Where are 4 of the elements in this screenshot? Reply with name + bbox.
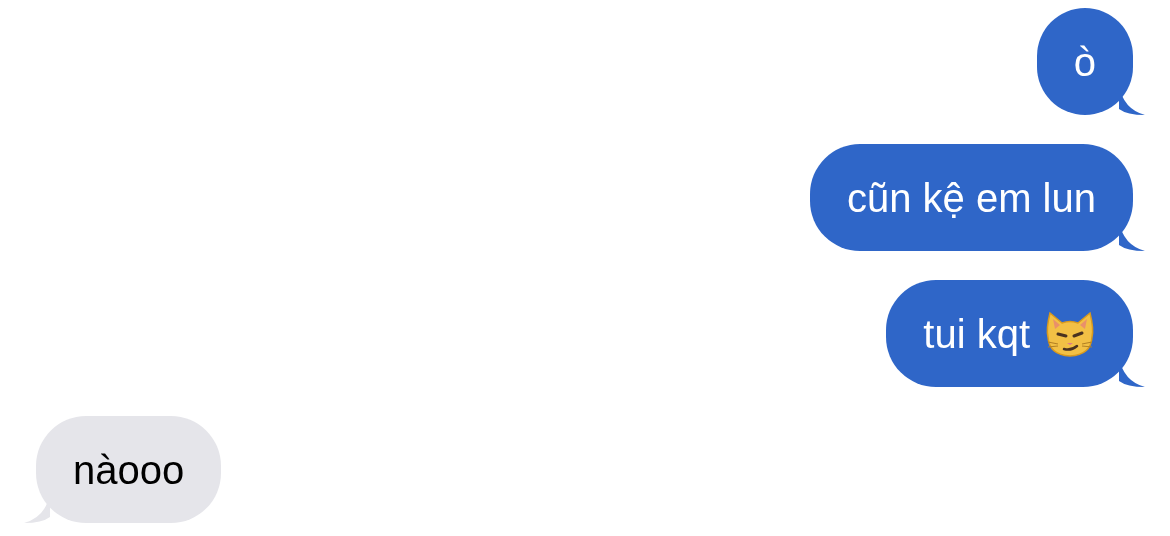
message-text: nàooo <box>73 446 185 494</box>
message-text: cũn kệ em lun <box>846 174 1096 222</box>
message-text: tui kqt <box>923 310 1030 358</box>
message-text: ò <box>1073 38 1096 86</box>
